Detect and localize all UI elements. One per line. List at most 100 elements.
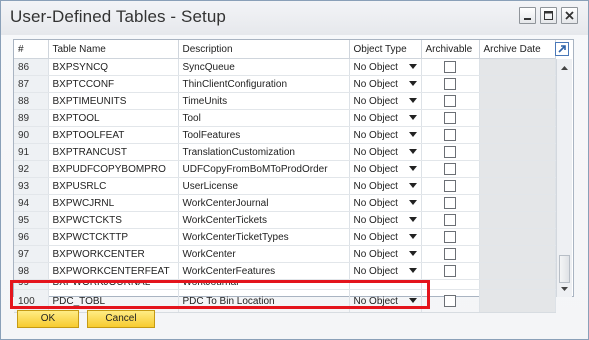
expand-icon[interactable] [555, 42, 569, 56]
archivable-cell [421, 126, 480, 144]
archivable-checkbox[interactable] [444, 61, 456, 73]
object-type-select[interactable]: No Object [349, 194, 422, 212]
dropdown-arrow-icon[interactable] [408, 149, 417, 154]
archivable-checkbox[interactable] [444, 265, 456, 277]
title-bar[interactable]: User-Defined Tables - Setup [1, 1, 588, 35]
dropdown-arrow-icon[interactable] [408, 64, 417, 69]
table-name-cell[interactable]: BXPSYNCQ [48, 58, 179, 76]
archivable-cell [421, 92, 480, 110]
description-cell[interactable]: WorkCenterTickets [178, 211, 350, 229]
table-name-cell[interactable]: BXPWORKCENTERFEAT [48, 262, 179, 280]
archivable-checkbox[interactable] [444, 163, 456, 175]
table-row[interactable]: 86 BXPSYNCQ SyncQueue No Object [14, 58, 556, 76]
archivable-checkbox[interactable] [444, 295, 456, 307]
minimize-button[interactable] [519, 7, 536, 24]
col-header-table-name[interactable]: Table Name [48, 40, 179, 59]
description-cell[interactable]: Tool [178, 109, 350, 127]
object-type-select[interactable]: No Object [349, 245, 422, 263]
table-row[interactable]: 94 BXPWCJRNL WorkCenterJournal No Object [14, 194, 556, 212]
object-type-select[interactable]: No Object [349, 75, 422, 93]
description-cell[interactable]: WorkCenterTicketTypes [178, 228, 350, 246]
col-header-description[interactable]: Description [178, 40, 350, 59]
archivable-checkbox[interactable] [444, 197, 456, 209]
col-header-archive-date[interactable]: Archive Date [479, 40, 556, 59]
table-row[interactable]: 98 BXPWORKCENTERFEAT WorkCenterFeatures … [14, 262, 556, 280]
dropdown-arrow-icon[interactable] [408, 98, 417, 103]
object-type-select[interactable]: No Object [349, 126, 422, 144]
description-cell[interactable]: TimeUnits [178, 92, 350, 110]
dropdown-arrow-icon[interactable] [408, 132, 417, 137]
archivable-checkbox[interactable] [444, 214, 456, 226]
col-header-num[interactable]: # [14, 40, 49, 59]
archivable-checkbox[interactable] [444, 231, 456, 243]
table-name-cell[interactable]: BXPWORKCENTER [48, 245, 179, 263]
ok-button[interactable]: OK [17, 310, 79, 328]
table-name-cell[interactable]: BXPWCTCKTTP [48, 228, 179, 246]
object-type-select[interactable]: No Object [349, 228, 422, 246]
object-type-select[interactable]: No Object [349, 160, 422, 178]
table-name-cell[interactable]: BXPTOOLFEAT [48, 126, 179, 144]
table-name-cell[interactable]: BXPUSRLC [48, 177, 179, 195]
col-header-archivable[interactable]: Archivable [421, 40, 480, 59]
archivable-checkbox[interactable] [444, 180, 456, 192]
table-row[interactable]: 92 BXPUDFCOPYBOMPRO UDFCopyFromBoMToProd… [14, 160, 556, 178]
description-cell[interactable]: UDFCopyFromBoMToProdOrder [178, 160, 350, 178]
maximize-button[interactable] [540, 7, 557, 24]
archivable-checkbox[interactable] [444, 248, 456, 260]
table-name-cell[interactable]: BXPTOOL [48, 109, 179, 127]
archivable-checkbox[interactable] [444, 129, 456, 141]
table-row[interactable]: 96 BXPWCTCKTTP WorkCenterTicketTypes No … [14, 228, 556, 246]
description-cell[interactable]: TranslationCustomization [178, 143, 350, 161]
archivable-checkbox[interactable] [444, 95, 456, 107]
table-name-cell[interactable]: BXPTIMEUNITS [48, 92, 179, 110]
scroll-down-icon[interactable] [557, 281, 572, 296]
scrollbar-thumb[interactable] [559, 255, 570, 283]
dropdown-arrow-icon[interactable] [408, 234, 417, 239]
description-cell[interactable]: WorkCenterJournal [178, 194, 350, 212]
dropdown-arrow-icon[interactable] [408, 115, 417, 120]
dropdown-arrow-icon[interactable] [408, 217, 417, 222]
archivable-checkbox[interactable] [444, 78, 456, 90]
scroll-up-icon[interactable] [557, 61, 572, 76]
dropdown-arrow-icon[interactable] [408, 268, 417, 273]
table-row[interactable]: 90 BXPTOOLFEAT ToolFeatures No Object [14, 126, 556, 144]
description-cell[interactable]: ThinClientConfiguration [178, 75, 350, 93]
dropdown-arrow-icon[interactable] [408, 166, 417, 171]
table-name-cell[interactable]: BXPWCJRNL [48, 194, 179, 212]
object-type-select[interactable]: No Object [349, 92, 422, 110]
description-cell[interactable]: SyncQueue [178, 58, 350, 76]
archivable-checkbox[interactable] [444, 112, 456, 124]
vertical-scrollbar[interactable] [556, 59, 572, 297]
dropdown-arrow-icon[interactable] [408, 81, 417, 86]
object-type-select[interactable]: No Object [349, 143, 422, 161]
object-type-select[interactable]: No Object [349, 177, 422, 195]
description-cell[interactable]: ToolFeatures [178, 126, 350, 144]
table-name-cell[interactable]: BXPUDFCOPYBOMPRO [48, 160, 179, 178]
table-row[interactable]: 91 BXPTRANCUST TranslationCustomization … [14, 143, 556, 161]
table-name-cell[interactable]: BXPWCTCKTS [48, 211, 179, 229]
description-cell[interactable]: WorkCenter [178, 245, 350, 263]
table-row[interactable]: 88 BXPTIMEUNITS TimeUnits No Object [14, 92, 556, 110]
archivable-cell [421, 75, 480, 93]
col-header-object-type[interactable]: Object Type [349, 40, 422, 59]
dropdown-arrow-icon[interactable] [408, 251, 417, 256]
table-row[interactable]: 95 BXPWCTCKTS WorkCenterTickets No Objec… [14, 211, 556, 229]
object-type-select[interactable]: No Object [349, 211, 422, 229]
archive-date-cell [479, 228, 556, 246]
object-type-select[interactable]: No Object [349, 58, 422, 76]
close-button[interactable] [561, 7, 578, 24]
table-row[interactable]: 93 BXPUSRLC UserLicense No Object [14, 177, 556, 195]
table-name-cell[interactable]: BXPTRANCUST [48, 143, 179, 161]
dropdown-arrow-icon[interactable] [408, 183, 417, 188]
table-row[interactable]: 89 BXPTOOL Tool No Object [14, 109, 556, 127]
table-row[interactable]: 97 BXPWORKCENTER WorkCenter No Object [14, 245, 556, 263]
table-row[interactable]: 87 BXPTCCONF ThinClientConfiguration No … [14, 75, 556, 93]
object-type-select[interactable]: No Object [349, 109, 422, 127]
cancel-button[interactable]: Cancel [87, 310, 155, 328]
archivable-checkbox[interactable] [444, 146, 456, 158]
table-name-cell[interactable]: BXPTCCONF [48, 75, 179, 93]
object-type-select[interactable]: No Object [349, 262, 422, 280]
description-cell[interactable]: WorkCenterFeatures [178, 262, 350, 280]
description-cell[interactable]: UserLicense [178, 177, 350, 195]
dropdown-arrow-icon[interactable] [408, 200, 417, 205]
